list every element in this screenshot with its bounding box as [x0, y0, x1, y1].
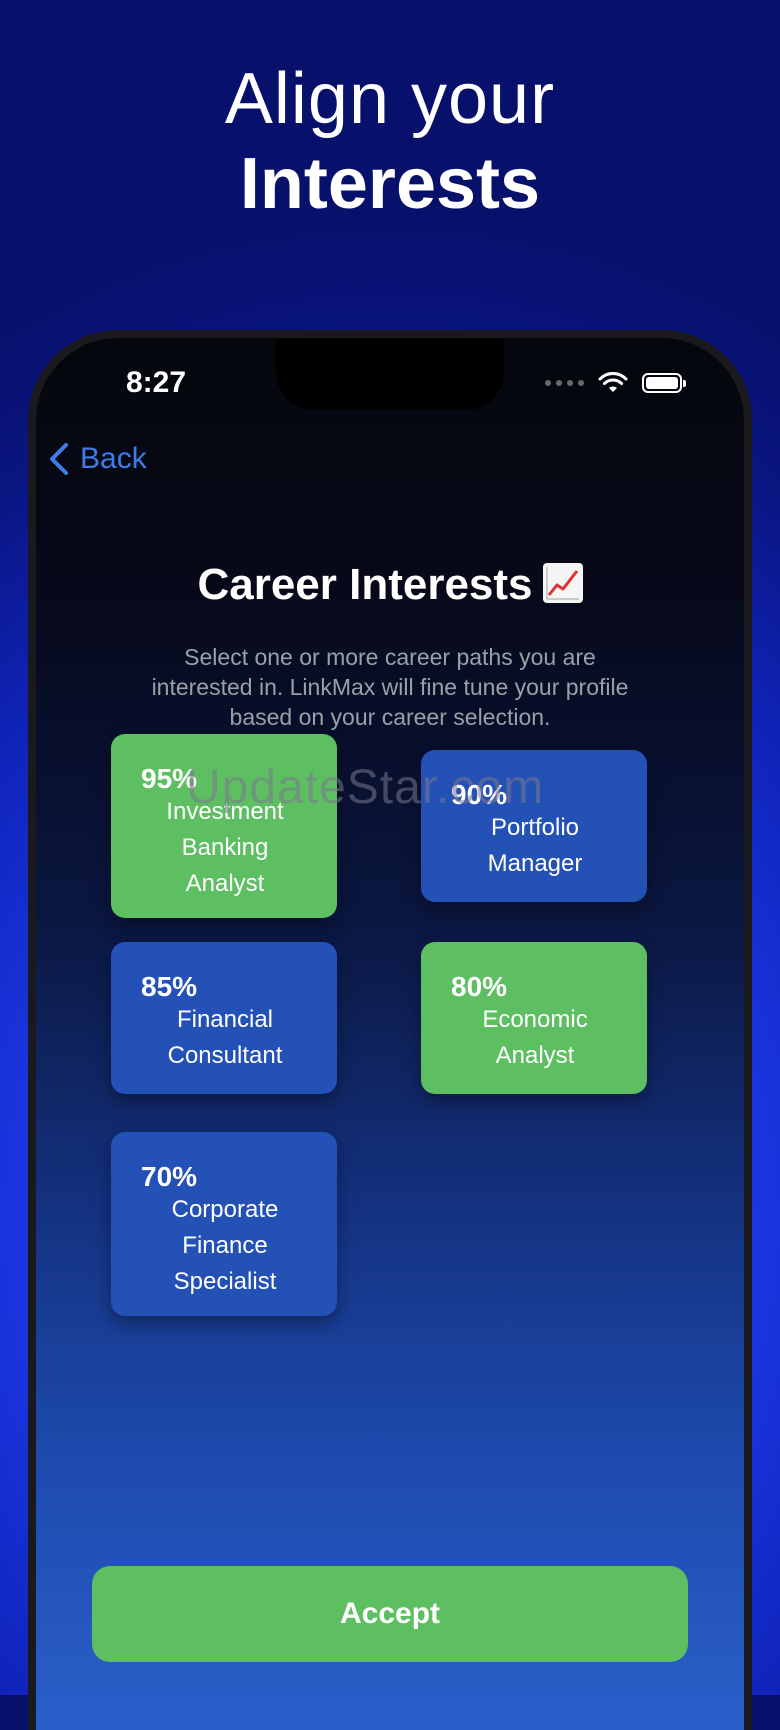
career-match-percent: 90%	[451, 779, 508, 810]
status-icons	[545, 372, 686, 394]
marketing-headline: Align your Interests	[0, 59, 780, 225]
headline-line-1: Align your	[224, 59, 556, 139]
wifi-icon	[598, 372, 628, 392]
chart-increasing-icon	[542, 563, 583, 603]
phone-frame: 8:27 Back Career Interests Select one or…	[28, 330, 752, 1730]
headline-line-2: Interests	[239, 144, 541, 225]
career-card-corporate-finance-specialist[interactable]: 70% Corporate Finance Specialist	[111, 1132, 337, 1316]
back-label: Back	[80, 442, 147, 475]
battery-icon	[642, 373, 686, 393]
back-button[interactable]: Back	[48, 442, 147, 476]
career-match-percent: 95%	[141, 763, 198, 794]
career-card-financial-consultant[interactable]: 85% Financial Consultant	[111, 942, 337, 1094]
page-subtitle: Select one or more career paths you are …	[151, 644, 629, 730]
chevron-left-icon	[50, 443, 68, 475]
career-name: Financial Consultant	[167, 1006, 283, 1069]
career-card-investment-banking-analyst[interactable]: 95% Investment Banking Analyst	[111, 734, 337, 918]
career-match-percent: 70%	[141, 1161, 198, 1192]
phone-screen: 8:27 Back Career Interests Select one or…	[36, 338, 744, 1730]
career-name: Investment Banking Analyst	[166, 798, 284, 897]
dynamic-island	[276, 338, 504, 410]
career-name: Economic Analyst	[482, 1006, 588, 1069]
page-title: Career Interests	[36, 560, 744, 610]
cellular-signal-icon	[545, 380, 584, 386]
career-name: Corporate Finance Specialist	[171, 1196, 279, 1295]
career-card-economic-analyst[interactable]: 80% Economic Analyst	[421, 942, 647, 1094]
page-title-text: Career Interests	[197, 560, 533, 609]
accept-button[interactable]: Accept	[92, 1566, 688, 1662]
career-match-percent: 85%	[141, 971, 198, 1002]
career-match-percent: 80%	[451, 971, 508, 1002]
career-name: Portfolio Manager	[487, 814, 583, 877]
career-card-portfolio-manager[interactable]: 90% Portfolio Manager	[421, 750, 647, 902]
status-time: 8:27	[126, 366, 187, 399]
